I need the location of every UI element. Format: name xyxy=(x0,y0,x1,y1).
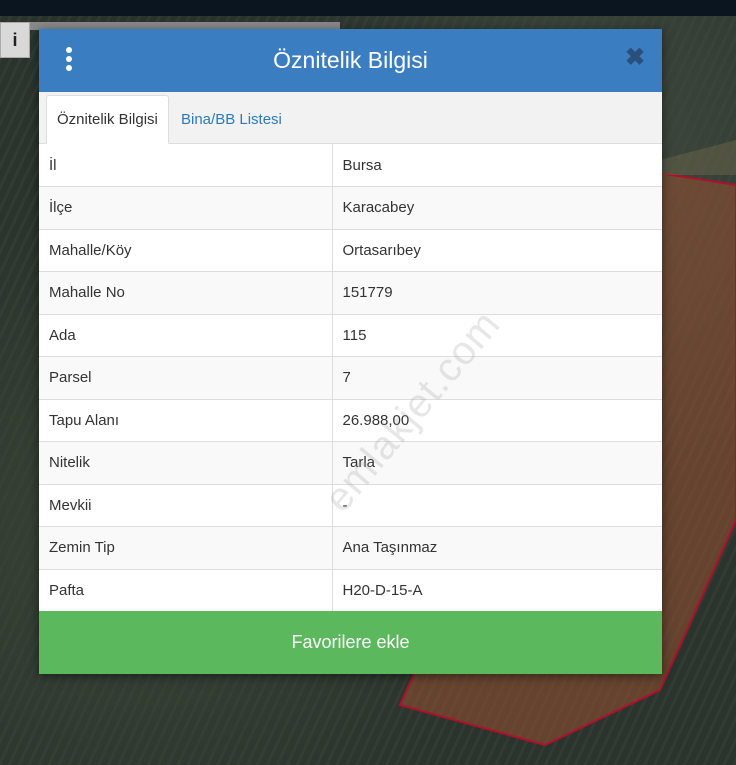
row-key: Mevkii xyxy=(39,484,333,527)
row-value: 7 xyxy=(332,356,662,400)
close-icon[interactable]: ✖ xyxy=(624,46,646,70)
row-value: Ortasarıbey xyxy=(332,229,662,272)
row-value: Tarla xyxy=(332,441,662,485)
table-row: Mahalle/Köy Ortasarıbey xyxy=(39,229,662,272)
table-row: Mevkii - xyxy=(39,484,662,527)
row-key: İl xyxy=(39,144,333,187)
attribute-table: İl Bursa İlçe Karacabey Mahalle/Köy Ortasar… xyxy=(39,144,662,612)
row-key: Ada xyxy=(39,314,333,357)
row-value: 151779 xyxy=(332,271,662,315)
row-value: Bursa xyxy=(332,144,662,187)
row-key: İlçe xyxy=(39,186,333,230)
row-value: Karacabey xyxy=(332,186,662,230)
table-row: Zemin Tip Ana Taşınmaz xyxy=(39,526,662,570)
row-key: Pafta xyxy=(39,569,333,612)
row-key: Mahalle No xyxy=(39,271,333,315)
table-row: İl Bursa xyxy=(39,144,662,187)
tab-bar: Öznitelik Bilgisi Bina/BB Listesi xyxy=(39,92,662,144)
row-value: Ana Taşınmaz xyxy=(332,526,662,570)
row-key: Zemin Tip xyxy=(39,526,333,570)
row-value: H20-D-15-A xyxy=(332,569,662,612)
table-row: Parsel 7 xyxy=(39,356,662,400)
add-favorite-button[interactable]: Favorilere ekle xyxy=(39,611,662,674)
row-value: 115 xyxy=(332,314,662,357)
table-row: Ada 115 xyxy=(39,314,662,357)
table-row: Tapu Alanı 26.988,00 xyxy=(39,399,662,442)
tab-attribute-info[interactable]: Öznitelik Bilgisi xyxy=(46,95,169,144)
row-key: Nitelik xyxy=(39,441,333,485)
row-value: - xyxy=(332,484,662,527)
vertical-dots-icon[interactable] xyxy=(61,47,77,73)
row-value: 26.988,00 xyxy=(332,399,662,442)
info-button[interactable]: i xyxy=(0,22,30,58)
row-key: Parsel xyxy=(39,356,333,400)
table-row: Nitelik Tarla xyxy=(39,441,662,485)
attribute-modal: Öznitelik Bilgisi ✖ Öznitelik Bilgisi Bi… xyxy=(39,29,662,674)
row-key: Mahalle/Köy xyxy=(39,229,333,272)
tab-building-list[interactable]: Bina/BB Listesi xyxy=(171,95,292,143)
modal-title: Öznitelik Bilgisi xyxy=(273,47,428,73)
table-row: Pafta H20-D-15-A xyxy=(39,569,662,612)
modal-header: Öznitelik Bilgisi ✖ xyxy=(39,29,662,92)
row-key: Tapu Alanı xyxy=(39,399,333,442)
table-row: Mahalle No 151779 xyxy=(39,271,662,315)
table-row: İlçe Karacabey xyxy=(39,186,662,230)
